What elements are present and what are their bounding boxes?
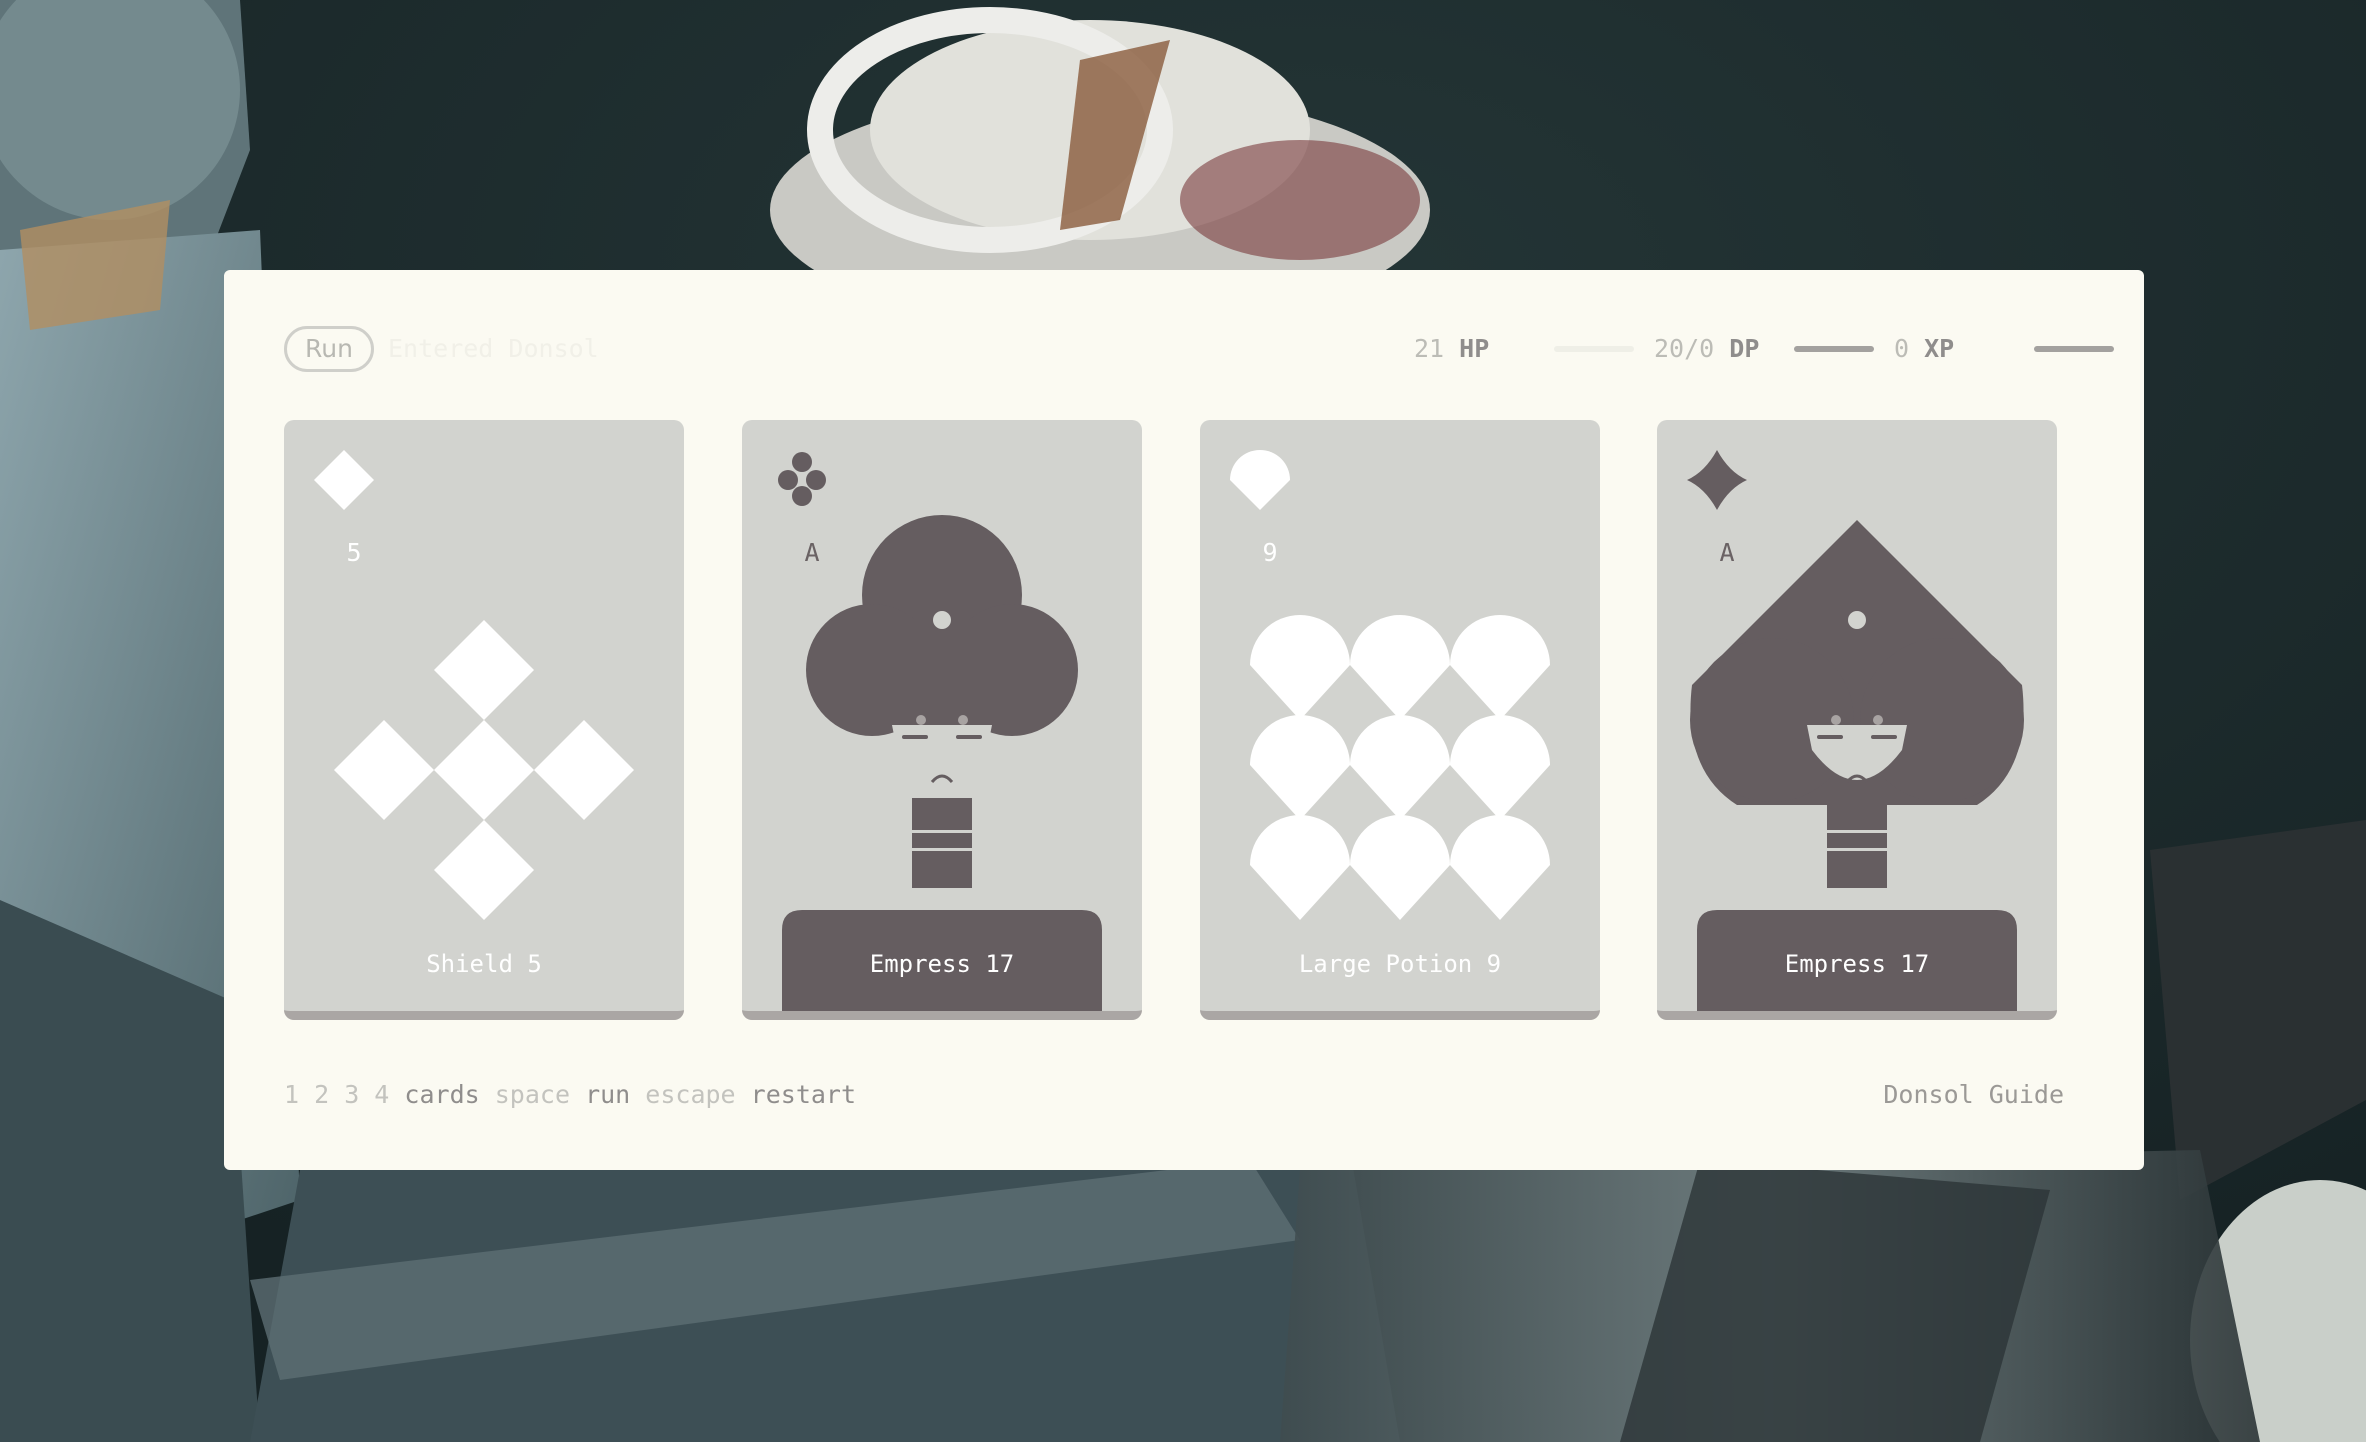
dp-stat: 20/0 DP [1654,334,1759,363]
card-name: Empress 17 [869,950,1015,978]
hint-cards: cards [404,1080,480,1109]
heart-pip [1350,615,1450,720]
keyboard-hints: 1 2 3 4 cards space run escape restart [284,1080,856,1109]
heart-pip [1350,815,1450,920]
spade-empress-card-art [1687,450,2024,1011]
card-1[interactable]: 5 Shield 5 [284,420,684,1020]
diamond-suit-icon [314,450,374,510]
donsol-guide-link[interactable]: Donsol Guide [1883,1080,2064,1109]
top-bar: Run Entered Donsol 21 HP 20/0 DP 0 XP [284,326,2114,372]
game-window: Run Entered Donsol 21 HP 20/0 DP 0 XP 5 … [224,270,2144,1170]
card-value: 9 [1262,538,1278,567]
card-3[interactable]: 9 Large Potion 9 [1200,420,1600,1020]
hp-label: HP [1459,334,1490,363]
card-value: A [804,538,820,567]
card-value: 5 [346,538,362,567]
dp-value: 20/0 [1654,334,1715,363]
hint-key-escape: escape [645,1080,736,1109]
heart-suit-icon [1230,450,1290,510]
card-name: Empress 17 [1784,950,1930,978]
card-name: Large Potion 9 [1298,950,1502,978]
xp-label: XP [1924,334,1955,363]
status-message: Entered Donsol [388,334,599,363]
card-2[interactable]: A Empress 17 [742,420,1142,1020]
heart-pip [1450,715,1550,820]
card-4[interactable]: A Empress 17 [1657,420,2057,1020]
xp-stat: 0 XP [1894,334,1954,363]
xp-value: 0 [1894,334,1910,363]
hp-stat: 21 HP [1414,334,1489,363]
card-name: Shield 5 [426,950,542,978]
club-empress-card-art [778,452,1102,1011]
hint-keys-cards: 1 2 3 4 [284,1080,390,1109]
heart-pip [1250,815,1350,920]
heart-pip [1250,615,1350,720]
dp-label: DP [1729,334,1760,363]
club-suit-icon [778,452,826,506]
heart-pip [1450,815,1550,920]
diamond-card-art [314,450,634,920]
heart-pip [1350,715,1450,820]
hint-key-space: space [494,1080,571,1109]
hint-run: run [585,1080,631,1109]
spade-suit-icon [1687,450,1747,510]
hp-value: 21 [1414,334,1445,363]
run-button[interactable]: Run [284,326,374,372]
hp-bar [1554,346,1634,352]
hint-restart: restart [750,1080,857,1109]
card-value: A [1719,538,1735,567]
heart-card-art [1230,450,1550,920]
dp-bar [1794,346,1874,352]
heart-pip [1250,715,1350,820]
xp-bar [2034,346,2114,352]
heart-pip [1450,615,1550,720]
